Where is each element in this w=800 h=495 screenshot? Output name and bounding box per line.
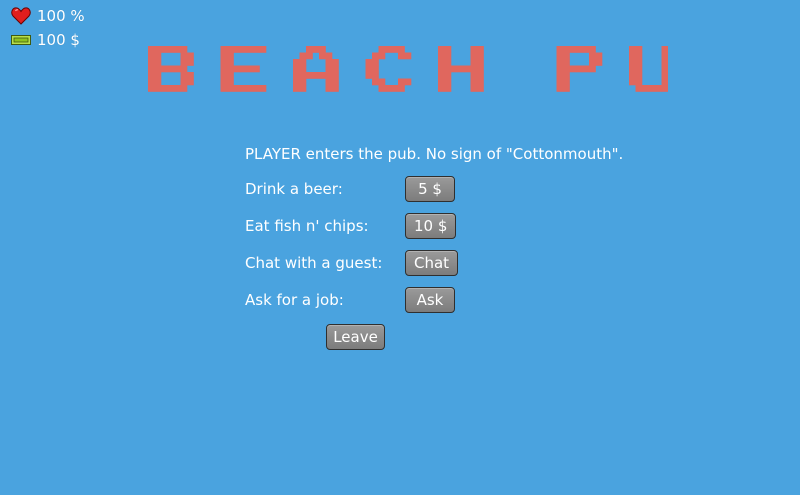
chat-button[interactable]: Chat xyxy=(405,249,459,276)
drink-beer-button[interactable]: 5 $ xyxy=(405,175,455,202)
heart-icon xyxy=(10,6,32,26)
title-letter-p xyxy=(556,46,603,92)
title-letter-b xyxy=(148,46,194,92)
health-row: 100 % xyxy=(10,4,85,28)
intro-text: PLAYER enters the pub. No sign of "Cotto… xyxy=(245,145,624,163)
pub-panel: PLAYER enters the pub. No sign of "Cotto… xyxy=(245,140,665,355)
eat-fish-button[interactable]: 10 $ xyxy=(405,212,457,239)
health-value: 100 % xyxy=(37,7,85,25)
action-row-chat: Chat with a guest: Chat xyxy=(245,244,665,281)
action-row-drink: Drink a beer: 5 $ xyxy=(245,170,665,207)
action-label-ask: Ask for a job: xyxy=(245,290,344,309)
action-label-drink: Drink a beer: xyxy=(245,179,343,198)
banknote-icon xyxy=(10,30,32,50)
action-row-ask: Ask for a job: Ask xyxy=(245,281,665,318)
ask-job-button[interactable]: Ask xyxy=(405,286,455,313)
leave-button[interactable]: Leave xyxy=(326,323,385,350)
title-letter-h xyxy=(438,46,484,92)
title-letter-e xyxy=(220,46,267,92)
title-letter-c xyxy=(365,46,412,92)
title-letter-u xyxy=(629,46,668,92)
title-letter-a xyxy=(293,46,339,92)
action-label-eat: Eat fish n' chips: xyxy=(245,216,369,235)
money-value: 100 $ xyxy=(37,31,80,49)
action-row-eat: Eat fish n' chips: 10 $ xyxy=(245,207,665,244)
title-pixel-art xyxy=(148,46,668,92)
leave-row: Leave xyxy=(245,318,665,355)
page-title xyxy=(148,46,668,92)
money-row: 100 $ xyxy=(10,28,85,52)
action-label-chat: Chat with a guest: xyxy=(245,253,383,272)
hud: 100 % 100 $ xyxy=(10,4,85,52)
